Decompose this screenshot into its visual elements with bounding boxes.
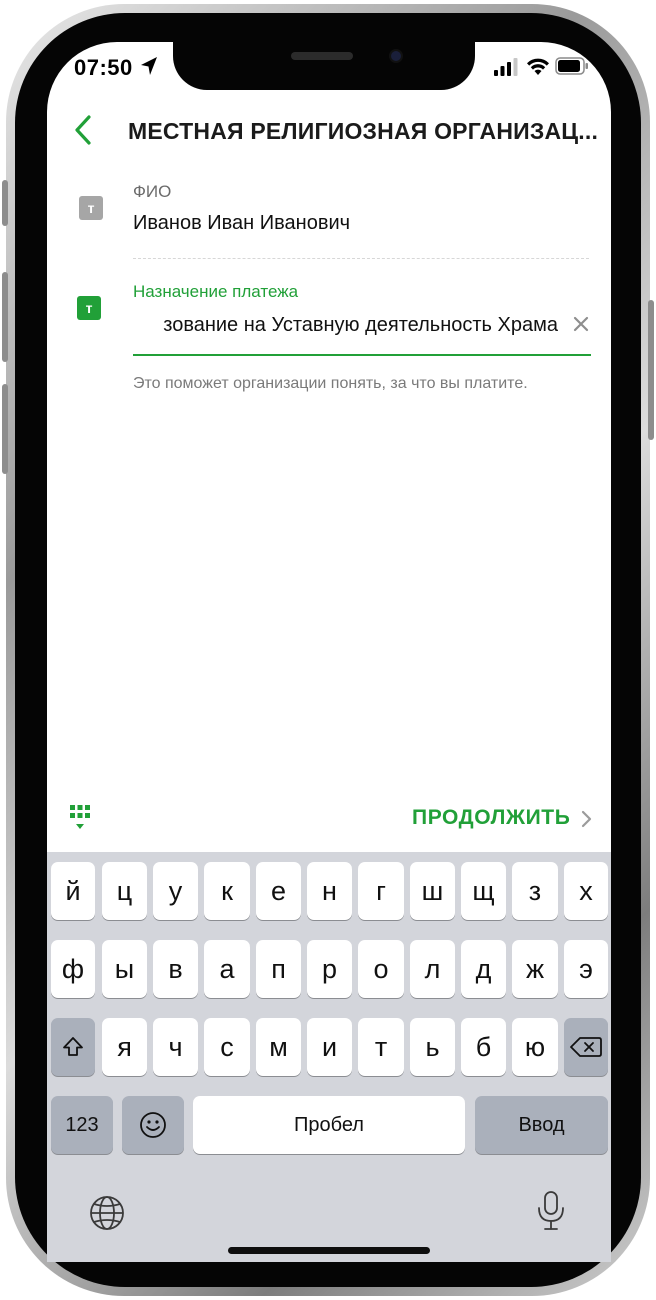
shift-key[interactable] <box>51 1018 95 1076</box>
key[interactable]: щ <box>461 862 506 920</box>
key[interactable]: п <box>256 940 301 998</box>
text-field-icon: т <box>79 196 103 220</box>
fio-value[interactable]: Иванов Иван Иванович <box>133 212 350 235</box>
numbers-key[interactable]: 123 <box>51 1096 113 1154</box>
key[interactable]: с <box>204 1018 250 1076</box>
return-key[interactable]: Ввод <box>475 1096 608 1154</box>
key[interactable]: я <box>102 1018 147 1076</box>
key[interactable]: к <box>204 862 250 920</box>
key[interactable]: в <box>153 940 198 998</box>
purpose-input[interactable]: зование на Уставную деятельность Храма <box>133 310 558 344</box>
key[interactable]: а <box>204 940 250 998</box>
volume-down-button <box>2 384 8 474</box>
key[interactable]: л <box>410 940 455 998</box>
key[interactable]: ы <box>102 940 147 998</box>
status-time: 07:50 <box>74 55 133 80</box>
power-button <box>648 300 654 440</box>
front-camera <box>389 49 403 63</box>
battery-icon <box>555 57 588 75</box>
wifi-icon <box>527 58 549 75</box>
key[interactable]: и <box>307 1018 352 1076</box>
input-underline <box>133 354 591 356</box>
continue-button[interactable]: ПРОДОЛЖИТЬ <box>412 806 570 830</box>
key[interactable]: ж <box>512 940 558 998</box>
key[interactable]: э <box>564 940 608 998</box>
key[interactable]: р <box>307 940 352 998</box>
space-key[interactable]: Пробел <box>193 1096 465 1154</box>
key[interactable]: ю <box>512 1018 558 1076</box>
backspace-key[interactable] <box>564 1018 608 1076</box>
key[interactable]: ч <box>153 1018 198 1076</box>
key[interactable]: ц <box>102 862 147 920</box>
purpose-input-text: зование на Уставную деятельность Храма <box>163 314 558 336</box>
key[interactable]: о <box>358 940 404 998</box>
key[interactable]: ш <box>410 862 455 920</box>
key[interactable]: е <box>256 862 301 920</box>
key[interactable]: н <box>307 862 352 920</box>
home-indicator[interactable] <box>228 1247 430 1254</box>
clear-icon[interactable] <box>571 314 591 334</box>
key[interactable]: з <box>512 862 558 920</box>
key[interactable]: х <box>564 862 608 920</box>
shift-icon <box>63 1037 83 1056</box>
microphone-icon[interactable] <box>536 1190 566 1232</box>
page-title: МЕСТНАЯ РЕЛИГИОЗНАЯ ОРГАНИЗАЦ... <box>128 118 598 144</box>
speaker <box>291 52 353 60</box>
purpose-hint: Это поможет организации понять, за что в… <box>133 375 528 392</box>
fio-label: ФИО <box>133 182 172 201</box>
backspace-icon <box>570 1037 602 1057</box>
keypad-icon[interactable] <box>68 803 92 833</box>
key[interactable]: м <box>256 1018 301 1076</box>
globe-icon[interactable] <box>88 1194 126 1232</box>
volume-up-button <box>2 272 8 362</box>
key[interactable]: ь <box>410 1018 455 1076</box>
back-chevron-icon[interactable] <box>72 114 94 146</box>
key[interactable]: й <box>51 862 95 920</box>
notch <box>173 42 475 90</box>
key[interactable]: б <box>461 1018 506 1076</box>
emoji-icon <box>140 1112 166 1138</box>
key[interactable]: т <box>358 1018 404 1076</box>
key[interactable]: ф <box>51 940 95 998</box>
signal-icon <box>494 58 518 76</box>
location-arrow-icon <box>141 57 157 75</box>
divider <box>133 258 589 259</box>
mute-switch <box>2 180 8 226</box>
key[interactable]: г <box>358 862 404 920</box>
chevron-right-icon[interactable] <box>580 810 592 828</box>
text-field-icon-active: т <box>77 296 101 320</box>
purpose-label: Назначение платежа <box>133 282 299 301</box>
key[interactable]: у <box>153 862 198 920</box>
key[interactable]: д <box>461 940 506 998</box>
emoji-key[interactable] <box>122 1096 184 1154</box>
